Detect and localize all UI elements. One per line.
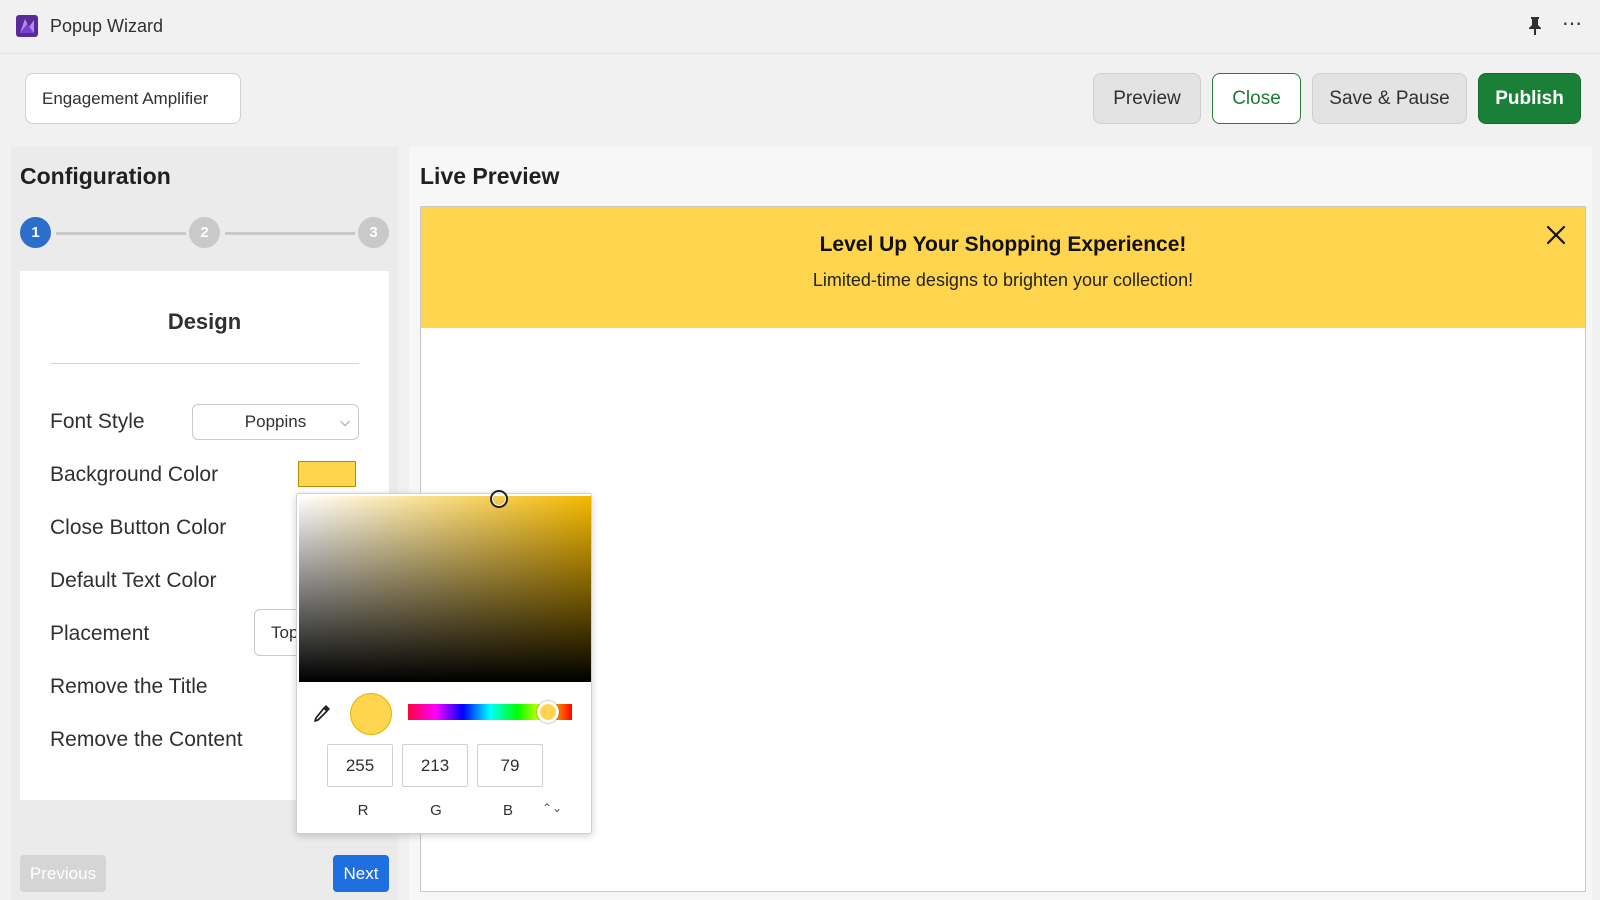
font-style-label: Font Style: [50, 410, 145, 433]
close-icon[interactable]: [1545, 224, 1567, 246]
color-mode-toggle-icon[interactable]: ⌃⌄: [542, 801, 562, 815]
color-picker-popover: 255 213 79 R G B ⌃⌄: [296, 490, 592, 834]
saturation-area[interactable]: [299, 490, 591, 682]
save-and-pause-button[interactable]: Save & Pause: [1312, 73, 1467, 124]
design-title: Design: [167, 309, 242, 334]
step-1[interactable]: 1: [20, 217, 51, 248]
remove-content-label: Remove the Content: [50, 728, 243, 751]
font-style-value: Poppins: [244, 412, 307, 431]
title-bar: Popup Wizard ⋯: [0, 0, 1600, 54]
campaign-name-input[interactable]: Engagement Amplifier: [25, 73, 241, 124]
saturation-handle[interactable]: [490, 490, 508, 508]
app-logo-icon: [16, 15, 38, 37]
previous-button[interactable]: Previous: [20, 855, 106, 892]
hue-slider-handle[interactable]: [537, 701, 559, 723]
font-style-select[interactable]: Poppins ⌵: [192, 404, 359, 440]
close-button-color-label: Close Button Color: [50, 516, 227, 539]
publish-button[interactable]: Publish: [1478, 73, 1581, 124]
close-button[interactable]: Close: [1212, 73, 1301, 124]
green-input[interactable]: 213: [402, 744, 468, 787]
default-text-color-label: Default Text Color: [50, 569, 217, 592]
eyedropper-icon[interactable]: [311, 702, 333, 724]
preview-button[interactable]: Preview: [1093, 73, 1201, 124]
configuration-title: Configuration: [20, 163, 171, 189]
red-input[interactable]: 255: [327, 744, 393, 787]
banner-headline: Level Up Your Shopping Experience!: [819, 233, 1187, 256]
chevron-down-icon: ⌵: [340, 414, 350, 429]
next-button[interactable]: Next: [333, 855, 389, 892]
blue-label: B: [502, 802, 513, 819]
background-color-swatch[interactable]: [298, 461, 356, 487]
blue-input[interactable]: 79: [477, 744, 543, 787]
selected-color-preview: [350, 693, 392, 735]
remove-title-label: Remove the Title: [50, 675, 208, 698]
placement-label: Placement: [50, 622, 150, 645]
app-title: Popup Wizard: [50, 16, 164, 36]
divider: [50, 363, 359, 364]
banner-text: Limited-time designs to brighten your co…: [812, 270, 1194, 290]
pin-icon[interactable]: [1526, 16, 1544, 36]
step-3[interactable]: 3: [358, 217, 389, 248]
step-2[interactable]: 2: [189, 217, 220, 248]
stepper-connector: [56, 232, 186, 235]
background-color-label: Background Color: [50, 463, 219, 486]
live-preview-title: Live Preview: [420, 163, 560, 189]
more-options-icon[interactable]: ⋯: [1562, 14, 1583, 34]
stepper-connector: [225, 232, 355, 235]
popup-banner: Level Up Your Shopping Experience! Limit…: [421, 207, 1585, 328]
preview-frame: Level Up Your Shopping Experience! Limit…: [420, 206, 1586, 892]
green-label: G: [430, 802, 442, 819]
red-label: R: [357, 802, 369, 819]
